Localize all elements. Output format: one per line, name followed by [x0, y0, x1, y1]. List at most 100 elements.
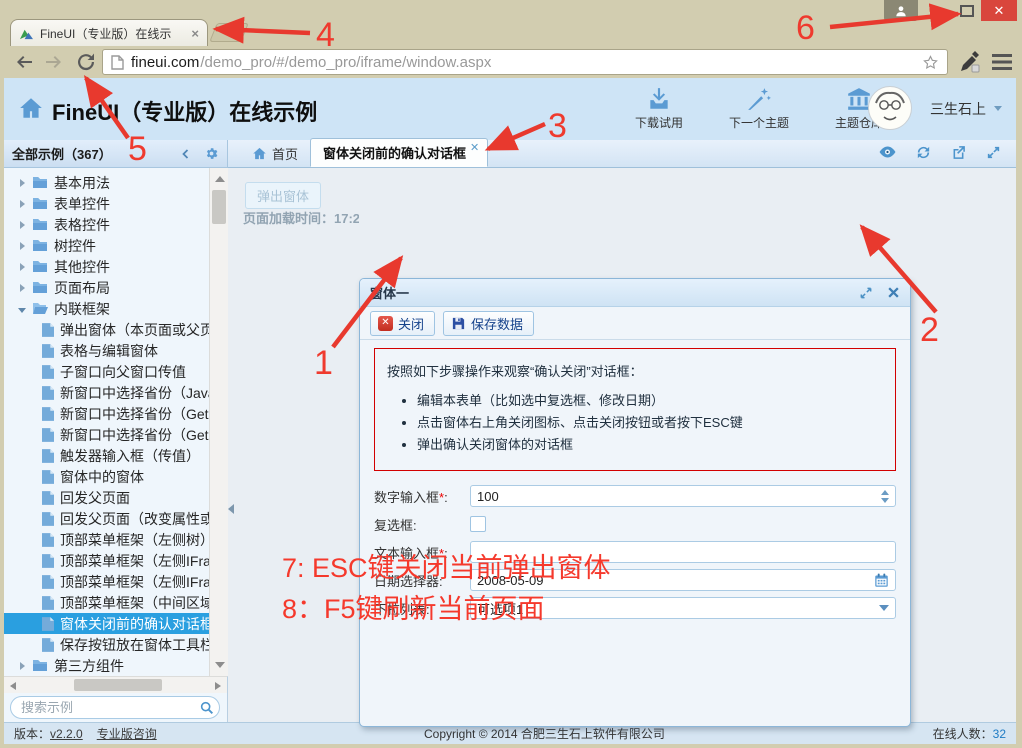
- file-icon: [42, 638, 54, 652]
- browser-tab[interactable]: FineUI（专业版）在线示 ×: [10, 19, 208, 46]
- close-icon[interactable]: ✕: [981, 0, 1017, 21]
- fullscreen-icon[interactable]: [985, 144, 1002, 161]
- tree-folder-item[interactable]: 页面布局: [4, 277, 209, 298]
- tree-leaf-item[interactable]: 新窗口中选择省份（Java: [4, 382, 209, 403]
- star-icon[interactable]: [922, 54, 939, 71]
- tab-home-label: 首页: [272, 144, 298, 163]
- popup-window-button[interactable]: 弹出窗体: [245, 182, 321, 209]
- eye-icon[interactable]: [878, 144, 897, 161]
- eyedropper-icon[interactable]: [958, 50, 982, 74]
- expand-icon[interactable]: [14, 242, 30, 250]
- expand-icon[interactable]: [14, 284, 30, 292]
- header-action-button[interactable]: 下一个主题: [722, 86, 796, 131]
- tree-folder-item[interactable]: 其他控件: [4, 256, 209, 277]
- tree-leaf-item[interactable]: 触发器输入框（传值）: [4, 445, 209, 466]
- tree-folder-item[interactable]: 第三方组件: [4, 655, 209, 676]
- url-host: fineui.com: [131, 54, 199, 71]
- close-icon[interactable]: [887, 286, 900, 299]
- tab-active[interactable]: 窗体关闭前的确认对话框 ✕: [310, 138, 488, 167]
- field-value: 100: [477, 489, 881, 504]
- tree-leaf-item[interactable]: 弹出窗体（本页面或父页: [4, 319, 209, 340]
- scroll-up-icon[interactable]: [215, 176, 225, 182]
- scroll-down-icon[interactable]: [215, 662, 225, 668]
- checkbox[interactable]: [470, 516, 486, 532]
- tree-leaf-item[interactable]: 顶部菜单框架（左侧树）: [4, 529, 209, 550]
- profile-icon[interactable]: [884, 0, 918, 21]
- tree-leaf-item[interactable]: 顶部菜单框架（中间区域: [4, 592, 209, 613]
- vertical-scrollbar[interactable]: [209, 168, 228, 676]
- forward-icon[interactable]: [42, 50, 66, 74]
- username[interactable]: 三生石上: [930, 99, 986, 119]
- tree-leaf-item[interactable]: 回发父页面: [4, 487, 209, 508]
- scroll-right-icon[interactable]: [215, 682, 221, 690]
- tree-folder-item[interactable]: 表格控件: [4, 214, 209, 235]
- tree-leaf-item[interactable]: 窗体关闭前的确认对话框: [4, 613, 209, 634]
- expand-icon[interactable]: [14, 200, 30, 208]
- chevron-down-icon[interactable]: [994, 106, 1002, 111]
- dialog-header[interactable]: 窗体一: [360, 279, 910, 307]
- reload-icon[interactable]: [74, 50, 98, 74]
- settings-gear-icon[interactable]: [204, 146, 219, 161]
- menu-icon[interactable]: [992, 53, 1012, 71]
- scrollbar-thumb[interactable]: [74, 679, 162, 691]
- expand-icon[interactable]: [14, 263, 30, 271]
- number-input[interactable]: 100: [470, 485, 896, 507]
- tree-folder-item[interactable]: 基本用法: [4, 172, 209, 193]
- caret-down-icon[interactable]: [879, 605, 889, 611]
- consult-link[interactable]: 专业版咨询: [97, 725, 157, 742]
- close-button[interactable]: ✕ 关闭: [370, 311, 435, 336]
- refresh-icon[interactable]: [915, 144, 932, 161]
- page: FineUI（专业版）在线示例 下载试用下一个主题主题仓库 三生石上 全部示例（…: [4, 78, 1016, 744]
- file-icon: [42, 470, 54, 484]
- tree-leaf-item[interactable]: 表格与编辑窗体: [4, 340, 209, 361]
- expand-icon[interactable]: [14, 179, 30, 187]
- tree-folder-item[interactable]: 内联框架: [4, 298, 209, 319]
- collapse-left-icon[interactable]: [180, 148, 192, 160]
- tree-folder-item[interactable]: 树控件: [4, 235, 209, 256]
- maximize-icon[interactable]: [859, 286, 873, 300]
- folder-icon: [32, 659, 48, 672]
- tree-leaf-item[interactable]: 新窗口中选择省份（Geth: [4, 424, 209, 445]
- tree-leaf-item[interactable]: 顶部菜单框架（左侧IFra: [4, 571, 209, 592]
- tab-home[interactable]: 首页: [240, 140, 310, 167]
- address-bar[interactable]: fineui.com/demo_pro/#/demo_pro/iframe/wi…: [102, 49, 948, 75]
- tab-close-icon[interactable]: ✕: [470, 141, 479, 154]
- tree-item-label: 表格控件: [54, 215, 110, 235]
- restore-icon[interactable]: [953, 0, 981, 21]
- save-button[interactable]: 保存数据: [443, 311, 534, 336]
- tree-folder-item[interactable]: 表单控件: [4, 193, 209, 214]
- avatar[interactable]: [868, 86, 912, 130]
- tree-leaf-item[interactable]: 保存按钮放在窗体工具栏: [4, 634, 209, 655]
- tree-leaf-item[interactable]: 回发父页面（改变属性或: [4, 508, 209, 529]
- collapse-icon[interactable]: [14, 305, 30, 313]
- tree-item-label: 页面布局: [54, 278, 110, 298]
- home-icon[interactable]: [18, 95, 44, 121]
- back-icon[interactable]: [12, 50, 36, 74]
- splitter-collapse-icon[interactable]: [228, 504, 234, 514]
- header-action-button[interactable]: 下载试用: [622, 86, 696, 131]
- expand-icon[interactable]: [14, 662, 30, 670]
- sidebar-header: 全部示例（367）: [4, 140, 228, 168]
- tree-leaf-item[interactable]: 新窗口中选择省份（Geth: [4, 403, 209, 424]
- tab-close-icon[interactable]: ×: [191, 26, 199, 41]
- page-title: FineUI（专业版）在线示例: [52, 95, 317, 127]
- tree-item-label: 子窗口向父窗口传值: [60, 362, 186, 382]
- version-link[interactable]: v2.2.0: [50, 727, 83, 741]
- file-icon: [42, 575, 54, 589]
- expand-icon[interactable]: [14, 221, 30, 229]
- tree-leaf-item[interactable]: 窗体中的窗体: [4, 466, 209, 487]
- search-input[interactable]: [19, 699, 199, 716]
- search-icon[interactable]: [199, 700, 215, 716]
- spinner-icon[interactable]: [881, 490, 889, 503]
- calendar-icon[interactable]: [874, 573, 889, 588]
- new-tab-button[interactable]: [209, 23, 249, 42]
- scroll-left-icon[interactable]: [10, 682, 16, 690]
- folder-icon: [32, 218, 48, 231]
- horizontal-scrollbar[interactable]: [4, 676, 228, 693]
- tree-leaf-item[interactable]: 子窗口向父窗口传值: [4, 361, 209, 382]
- external-link-icon[interactable]: [950, 144, 967, 161]
- tree-leaf-item[interactable]: 顶部菜单框架（左侧IFra: [4, 550, 209, 571]
- search-box[interactable]: [10, 696, 220, 719]
- minimize-icon[interactable]: [924, 0, 952, 21]
- scrollbar-thumb[interactable]: [212, 190, 226, 224]
